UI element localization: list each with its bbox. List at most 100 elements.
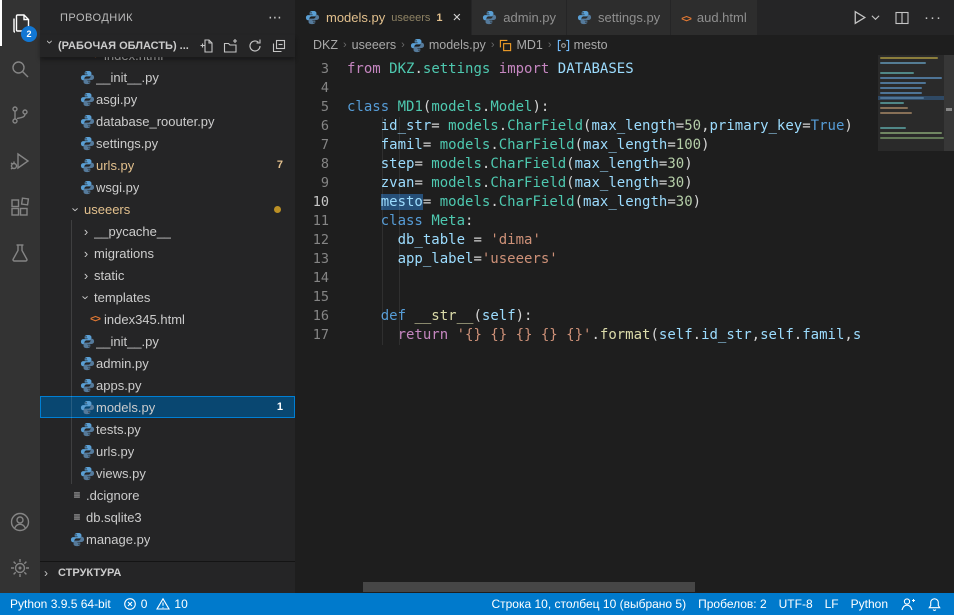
tab-admin.py[interactable]: admin.py xyxy=(472,0,567,35)
explorer-more-actions-icon[interactable]: ⋯ xyxy=(268,9,283,26)
tree-file-wsgi.py[interactable]: wsgi.py xyxy=(40,176,295,198)
settings-gear-icon[interactable] xyxy=(0,545,40,591)
language-mode[interactable]: Python xyxy=(845,593,894,615)
code-text: famil= models.CharField(max_length=100) xyxy=(347,136,710,155)
extensions-icon[interactable] xyxy=(0,184,40,230)
tree-file-urls.py[interactable]: urls.py xyxy=(40,440,295,462)
tab-settings.py[interactable]: settings.py xyxy=(567,0,671,35)
tab-models.py[interactable]: models.pyuseeers1× xyxy=(295,0,472,35)
tree-item-label: useeers xyxy=(84,202,130,217)
indentation-setting[interactable]: Пробелов: 2 xyxy=(692,593,773,615)
explorer-badge: 2 xyxy=(21,26,37,42)
testing-icon[interactable] xyxy=(0,230,40,276)
tree-folder-static[interactable]: ›static xyxy=(40,264,295,286)
breadcrumb-item-useeers[interactable]: useeers xyxy=(352,38,396,52)
new-file-icon[interactable] xyxy=(199,38,215,54)
line-number: 15 xyxy=(295,288,347,307)
tab-label: admin.py xyxy=(503,10,556,25)
explorer-icon[interactable]: 2 xyxy=(0,0,40,46)
tree-file-views.py[interactable]: views.py xyxy=(40,462,295,484)
breadcrumb-item-mesto[interactable]: mesto xyxy=(557,38,608,52)
tree-file-__init__.py[interactable]: __init__.py xyxy=(40,330,295,352)
horizontal-scrollbar[interactable] xyxy=(363,582,695,592)
tab-aud.html[interactable]: <>aud.html xyxy=(671,0,758,35)
breadcrumb-item-DKZ[interactable]: DKZ xyxy=(313,38,338,52)
code-editor[interactable]: 3from DKZ.settings import DATABASES45cla… xyxy=(295,55,954,593)
tree-file-admin.py[interactable]: admin.py xyxy=(40,352,295,374)
tree-file-__init__.py[interactable]: __init__.py xyxy=(40,66,295,88)
tree-folder-templates[interactable]: ›templates xyxy=(40,286,295,308)
python-icon xyxy=(305,10,320,25)
tree-file-settings.py[interactable]: settings.py xyxy=(40,132,295,154)
notifications-bell-icon[interactable] xyxy=(921,593,948,615)
tree-item-label: index345.html xyxy=(104,312,185,327)
tree-file-asgi.py[interactable]: asgi.py xyxy=(40,88,295,110)
code-line-3[interactable]: 3from DKZ.settings import DATABASES xyxy=(295,60,878,79)
tree-item-label: db.sqlite3 xyxy=(86,510,142,525)
encoding-setting[interactable]: UTF-8 xyxy=(773,593,819,615)
html-icon: <> xyxy=(86,314,104,325)
cursor-position[interactable]: Строка 10, столбец 10 (выбрано 5) xyxy=(485,593,692,615)
tree-file-urls.py[interactable]: urls.py7 xyxy=(40,154,295,176)
tree-file-index.html[interactable]: <>index.html xyxy=(40,57,295,66)
warning-icon xyxy=(156,597,170,611)
account-icon[interactable] xyxy=(0,499,40,545)
chevron-right-icon: › xyxy=(78,246,94,261)
tree-file-.dcignore[interactable]: ≡.dcignore xyxy=(40,484,295,506)
tree-file-database_roouter.py[interactable]: database_roouter.py xyxy=(40,110,295,132)
python-icon xyxy=(78,422,96,437)
minimap-slider[interactable] xyxy=(878,55,944,151)
new-folder-icon[interactable] xyxy=(223,38,239,54)
tree-item-label: static xyxy=(94,268,124,283)
tab-label: models.py xyxy=(326,10,385,25)
tree-folder-__pycache__[interactable]: ›__pycache__ xyxy=(40,220,295,242)
tree-item-label: __init__.py xyxy=(96,70,159,85)
split-editor-icon[interactable] xyxy=(894,10,910,26)
line-number: 17 xyxy=(295,326,347,345)
tree-item-label: manage.py xyxy=(86,532,150,547)
symbol-class-icon xyxy=(499,39,512,52)
code-line-4[interactable]: 4 xyxy=(295,79,878,98)
run-button[interactable] xyxy=(851,9,880,26)
workspace-section-header[interactable]: › (РАБОЧАЯ ОБЛАСТЬ) ... xyxy=(40,35,295,57)
outline-section-header[interactable]: › СТРУКТУРА xyxy=(40,561,295,583)
tree-file-db.sqlite3[interactable]: ≡db.sqlite3 xyxy=(40,506,295,528)
collapse-all-icon[interactable] xyxy=(271,38,287,54)
code-text: from DKZ.settings import DATABASES xyxy=(347,60,634,79)
python-interpreter[interactable]: Python 3.9.5 64-bit xyxy=(4,593,117,615)
python-icon xyxy=(78,114,96,129)
line-number: 4 xyxy=(295,79,347,98)
tree-item-label: __pycache__ xyxy=(94,224,171,239)
vertical-scrollbar[interactable] xyxy=(944,55,954,593)
problems-indicator[interactable]: 0 10 xyxy=(117,593,194,615)
breadcrumb-separator: › xyxy=(489,39,497,51)
editor-more-actions-icon[interactable]: ··· xyxy=(924,9,942,26)
code-text: def __str__(self): xyxy=(347,307,532,326)
source-control-icon[interactable] xyxy=(0,92,40,138)
tree-file-apps.py[interactable]: apps.py xyxy=(40,374,295,396)
python-icon xyxy=(78,70,96,85)
python-icon xyxy=(78,92,96,107)
list-icon: ≡ xyxy=(68,488,86,502)
eol-setting[interactable]: LF xyxy=(819,593,845,615)
tree-file-tests.py[interactable]: tests.py xyxy=(40,418,295,440)
python-icon xyxy=(78,158,96,173)
tree-file-manage.py[interactable]: manage.py xyxy=(40,528,295,550)
run-debug-icon[interactable] xyxy=(0,138,40,184)
refresh-icon[interactable] xyxy=(247,38,263,54)
tree-file-index345.html[interactable]: <>index345.html xyxy=(40,308,295,330)
code-text: db_table = 'dima' xyxy=(347,231,541,250)
feedback-icon[interactable] xyxy=(894,593,921,615)
breadcrumb-item-MD1[interactable]: MD1 xyxy=(499,38,542,52)
chevron-down-icon: › xyxy=(79,289,94,305)
code-text: mesto= models.CharField(max_length=30) xyxy=(347,193,701,212)
symbol-field-icon xyxy=(557,39,570,52)
tree-folder-useeers[interactable]: ›useeers xyxy=(40,198,295,220)
search-icon[interactable] xyxy=(0,46,40,92)
tree-file-models.py[interactable]: models.py1 xyxy=(40,396,295,418)
tree-item-label: database_roouter.py xyxy=(96,114,215,129)
tree-folder-migrations[interactable]: ›migrations xyxy=(40,242,295,264)
code-line-5[interactable]: 5class MD1(models.Model): xyxy=(295,98,878,117)
close-tab-icon[interactable]: × xyxy=(453,10,462,25)
breadcrumb-item-models.py[interactable]: models.py xyxy=(410,38,486,53)
